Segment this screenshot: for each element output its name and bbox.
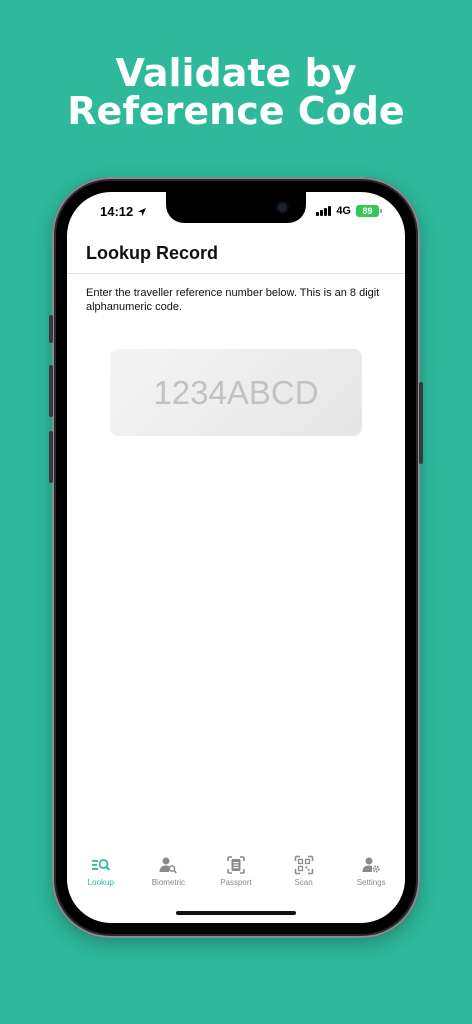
volume-up-button xyxy=(49,365,53,417)
network-type: 4G xyxy=(336,205,351,217)
battery-icon: 89 xyxy=(356,205,382,217)
tab-scan[interactable]: Scan xyxy=(270,855,337,899)
home-indicator[interactable] xyxy=(176,911,296,915)
promo-headline: Validate by Reference Code xyxy=(0,54,472,130)
status-time: 14:12 xyxy=(100,204,147,219)
power-button xyxy=(419,382,423,464)
user-search-icon xyxy=(159,857,178,874)
headline-line-1: Validate by xyxy=(115,51,357,95)
status-bar: 14:12 4G 89 xyxy=(67,204,405,222)
tab-lookup[interactable]: Lookup xyxy=(67,855,134,899)
tab-biometric-label: Biometric xyxy=(151,878,186,887)
headline-line-2: Reference Code xyxy=(67,89,405,133)
status-indicators: 4G 89 xyxy=(316,205,382,217)
mute-switch xyxy=(49,315,53,343)
location-arrow-icon xyxy=(138,207,147,216)
header-divider xyxy=(67,273,405,274)
user-settings-icon xyxy=(362,857,380,873)
tab-settings[interactable]: Settings xyxy=(338,855,405,899)
volume-down-button xyxy=(49,431,53,483)
tab-passport[interactable]: Passport xyxy=(202,855,269,899)
tab-scan-label: Scan xyxy=(294,878,313,887)
tab-lookup-label: Lookup xyxy=(87,878,114,887)
cellular-signal-icon xyxy=(316,206,332,216)
tab-settings-label: Settings xyxy=(356,878,386,887)
phone-frame: 14:12 4G 89 Lookup Record Enter the trav… xyxy=(49,177,423,938)
status-time-text: 14:12 xyxy=(100,204,134,219)
reference-code-input[interactable] xyxy=(110,349,362,436)
qr-scan-icon xyxy=(294,855,313,875)
lookup-search-icon xyxy=(91,859,111,871)
tab-bar: Lookup Biometric Passport Scan Settings xyxy=(67,855,405,899)
battery-level: 89 xyxy=(362,206,373,216)
page-title: Lookup Record xyxy=(86,243,219,263)
app-screen: 14:12 4G 89 Lookup Record Enter the trav… xyxy=(67,192,405,923)
tab-passport-label: Passport xyxy=(220,878,252,887)
instructions-text: Enter the traveller reference number bel… xyxy=(86,287,380,313)
tab-biometric[interactable]: Biometric xyxy=(135,855,202,899)
passport-icon xyxy=(227,856,245,874)
